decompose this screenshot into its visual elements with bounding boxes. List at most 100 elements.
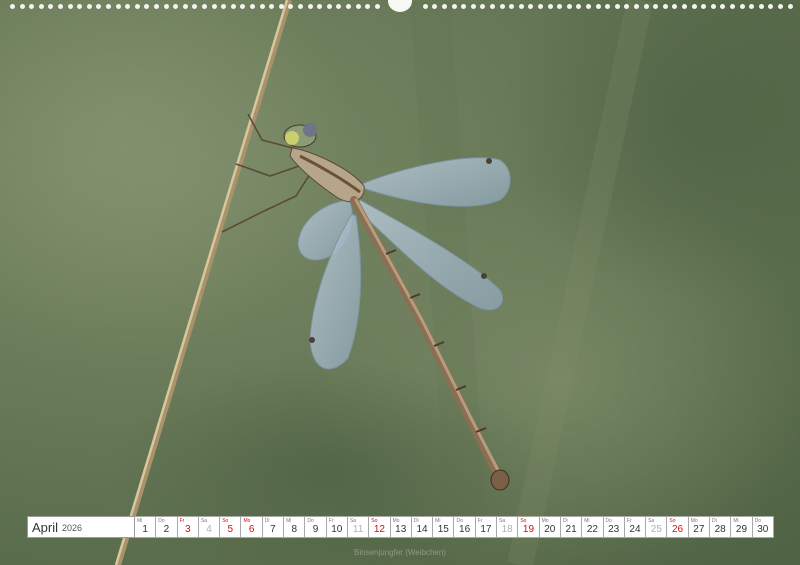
binding-hole: [278, 4, 284, 9]
binding-hole: [470, 4, 476, 9]
day-cell: So 26: [667, 516, 689, 538]
binding-hole: [547, 4, 553, 9]
binding-hole: [461, 4, 467, 9]
day-number: 6: [248, 524, 255, 535]
day-number: 21: [565, 524, 577, 535]
day-number: 13: [395, 524, 407, 535]
day-cell: Sa 25: [646, 516, 668, 538]
day-number: 12: [373, 524, 385, 535]
binding-hole: [29, 4, 35, 9]
day-cell: Sa 4: [198, 516, 221, 538]
binding-hole: [701, 4, 707, 9]
binding-hole: [326, 4, 332, 9]
day-cell: Mo 13: [390, 516, 412, 538]
binding-hole: [480, 4, 486, 9]
day-cell: So 5: [220, 516, 242, 538]
binding-hole: [576, 4, 582, 9]
pterostigma: [309, 337, 315, 343]
day-cell: Di 28: [710, 516, 732, 538]
day-number: 18: [501, 524, 513, 535]
binding-hole: [595, 4, 601, 9]
binding-hole: [202, 4, 207, 9]
calendar-strip: April 2026 Mi 1 Do 2 Fr 3 Sa 4 So 5 Mo 6 Di 7 Mi 8 Do 9 Fr…: [27, 516, 774, 538]
binding-hole: [662, 4, 668, 9]
day-cell: Mi 22: [582, 516, 604, 538]
binding-hole: [518, 4, 524, 9]
binding-hole: [240, 4, 246, 9]
binding-hole: [144, 4, 150, 9]
day-number: 22: [586, 524, 598, 535]
day-cell: Do 9: [305, 516, 327, 538]
binding-hole: [346, 4, 351, 9]
binding-hole: [624, 4, 630, 9]
binding-hole: [317, 4, 323, 9]
binding-hole: [134, 4, 140, 9]
day-number: 14: [416, 524, 428, 535]
day-number: 25: [650, 524, 662, 535]
day-number: 8: [291, 524, 297, 535]
day-cell: Di 14: [411, 516, 434, 538]
binding-hole: [58, 4, 63, 9]
binding-hole: [250, 4, 255, 9]
binding-hole: [509, 4, 515, 9]
binding-hole: [259, 4, 265, 9]
binding-hole: [499, 4, 505, 9]
binding-hole: [192, 4, 198, 9]
binding-hole: [365, 4, 371, 9]
binding-hole: [768, 4, 774, 9]
binding-hole: [211, 4, 217, 9]
day-number: 27: [693, 524, 705, 535]
day-number: 7: [270, 524, 276, 535]
binding-hole: [298, 4, 303, 9]
binding-hole: [125, 4, 131, 9]
day-number: 17: [480, 524, 492, 535]
binding-hole: [586, 4, 591, 9]
day-cell: Do 30: [752, 516, 774, 538]
damselfly-photo: [0, 0, 800, 565]
day-number: 16: [459, 524, 471, 535]
day-cell: Mo 20: [539, 516, 561, 538]
year-label: 2026: [62, 523, 83, 533]
binding-hole: [336, 4, 342, 9]
binding-hole: [653, 4, 659, 9]
binding-hole: [422, 4, 428, 9]
day-cell: Mo 27: [688, 516, 711, 538]
binding-hole: [739, 4, 745, 9]
day-cell: Fr 24: [624, 516, 647, 538]
binding-hole: [730, 4, 735, 9]
day-cell: Sa 11: [347, 516, 370, 538]
binding-hole: [269, 4, 275, 9]
day-number: 9: [312, 524, 319, 535]
day-cell: So 12: [369, 516, 391, 538]
binding-hole: [173, 4, 179, 9]
binding-hole: [749, 4, 755, 9]
day-number: 30: [757, 524, 769, 535]
day-number: 4: [206, 524, 212, 535]
binding-hole: [221, 4, 227, 9]
binding-hole: [566, 4, 572, 9]
binding-hole: [163, 4, 169, 9]
binding-hole: [10, 4, 15, 9]
binding-hole: [643, 4, 649, 9]
day-number: 15: [437, 524, 449, 535]
day-number: 11: [352, 524, 364, 535]
binding-hole: [96, 4, 102, 9]
binding-hole: [451, 4, 457, 9]
binding-hole: [528, 4, 534, 9]
binding-hole: [19, 4, 25, 9]
wing-front-right: [361, 157, 511, 207]
day-cell: Fr 3: [177, 516, 199, 538]
day-number: 5: [227, 524, 234, 535]
day-number: 26: [672, 524, 684, 535]
binding-hole: [230, 4, 236, 9]
binding-hole: [634, 4, 639, 9]
day-cell: Fr 17: [475, 516, 498, 538]
day-number: 29: [735, 524, 748, 535]
binding-hole: [67, 4, 73, 9]
day-cell: Mo 6: [241, 516, 263, 538]
day-cell: Do 2: [156, 516, 178, 538]
day-number: 2: [163, 524, 170, 535]
month-name: April: [32, 519, 59, 535]
binding-hole: [77, 4, 83, 9]
binding-hole: [115, 4, 121, 9]
